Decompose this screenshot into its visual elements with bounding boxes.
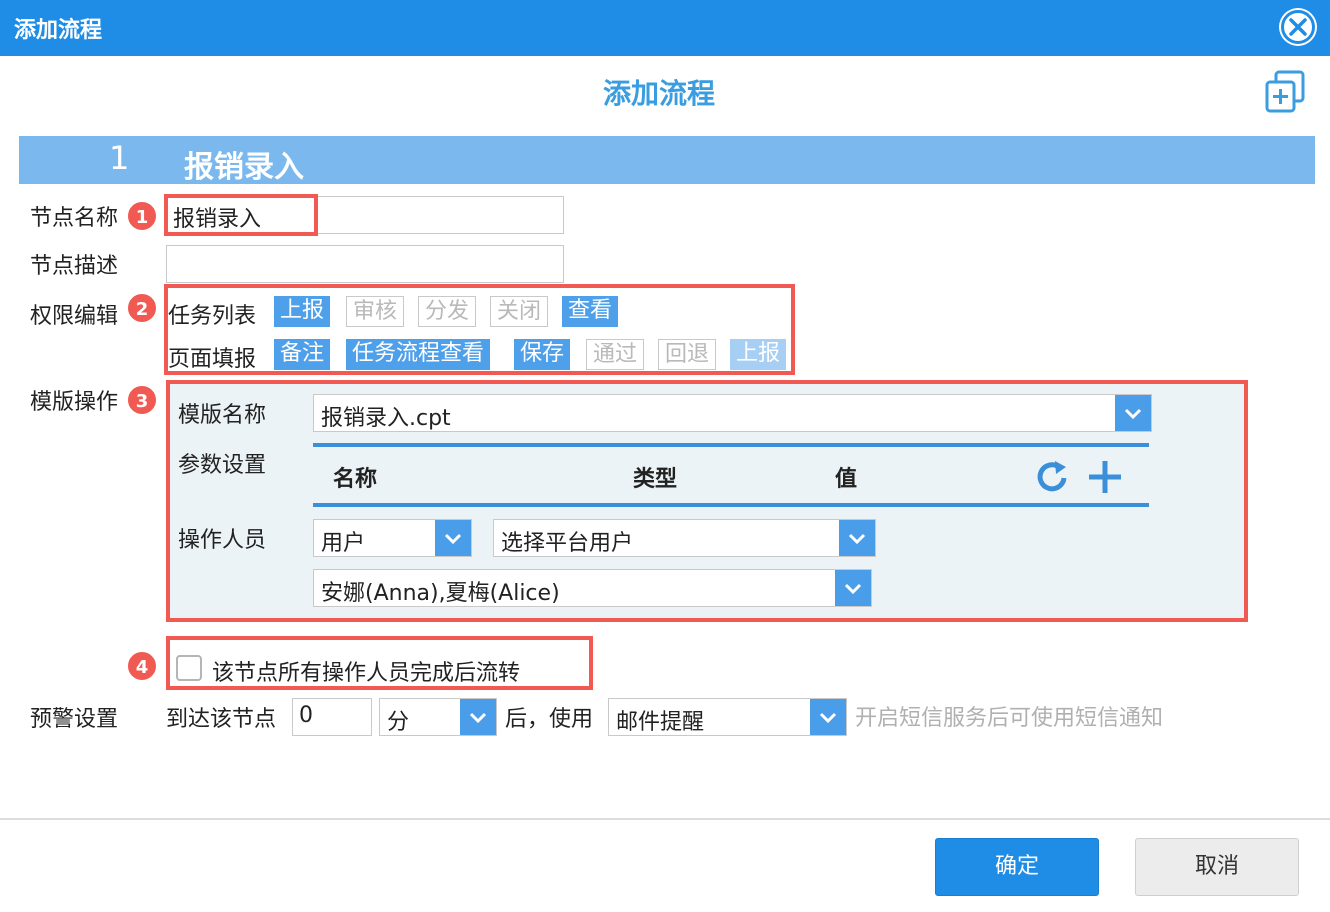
sms-hint: 开启短信服务后可使用短信通知	[855, 706, 1164, 731]
node-desc-label: 节点描述	[30, 254, 119, 279]
arrive-node-label: 到达该节点	[166, 707, 277, 732]
window-title: 添加流程	[14, 18, 103, 43]
chevron-down-icon[interactable]	[460, 699, 496, 735]
perm-edit-label: 权限编辑	[30, 304, 119, 329]
title-bar: 添加流程	[0, 0, 1330, 56]
after-use-label: 后，使用	[505, 707, 594, 732]
add-copy-icon[interactable]	[1264, 70, 1306, 114]
badge-1: 1	[126, 200, 158, 232]
close-icon[interactable]	[1281, 10, 1315, 44]
warning-method-select[interactable]: 邮件提醒	[608, 698, 847, 736]
node-desc-input[interactable]	[166, 245, 564, 283]
footer-divider	[0, 818, 1330, 820]
badge-3: 3	[126, 384, 158, 416]
template-op-label: 模版操作	[30, 390, 119, 415]
section-name: 报销录入	[184, 150, 304, 185]
section-number: 1	[109, 139, 130, 177]
warning-unit-value: 分	[387, 710, 410, 735]
highlight-box-2	[164, 284, 795, 375]
highlight-box-4	[166, 636, 593, 690]
highlight-box-3	[166, 380, 1248, 622]
badge-4: 4	[126, 650, 158, 682]
node-name-label: 节点名称	[30, 206, 119, 231]
badge-2: 2	[126, 292, 158, 324]
highlight-box-1	[164, 194, 318, 236]
chevron-down-icon[interactable]	[810, 699, 846, 735]
warning-unit-select[interactable]: 分	[379, 698, 497, 736]
section-header: 1 报销录入	[19, 136, 1315, 185]
page-title: 添加流程	[602, 77, 715, 110]
confirm-button[interactable]: 确定	[935, 838, 1099, 896]
cancel-button[interactable]: 取消	[1135, 838, 1299, 896]
warning-settings-label: 预警设置	[30, 707, 119, 732]
warning-method-value: 邮件提醒	[616, 710, 705, 735]
warning-value-input[interactable]: 0	[292, 698, 372, 736]
